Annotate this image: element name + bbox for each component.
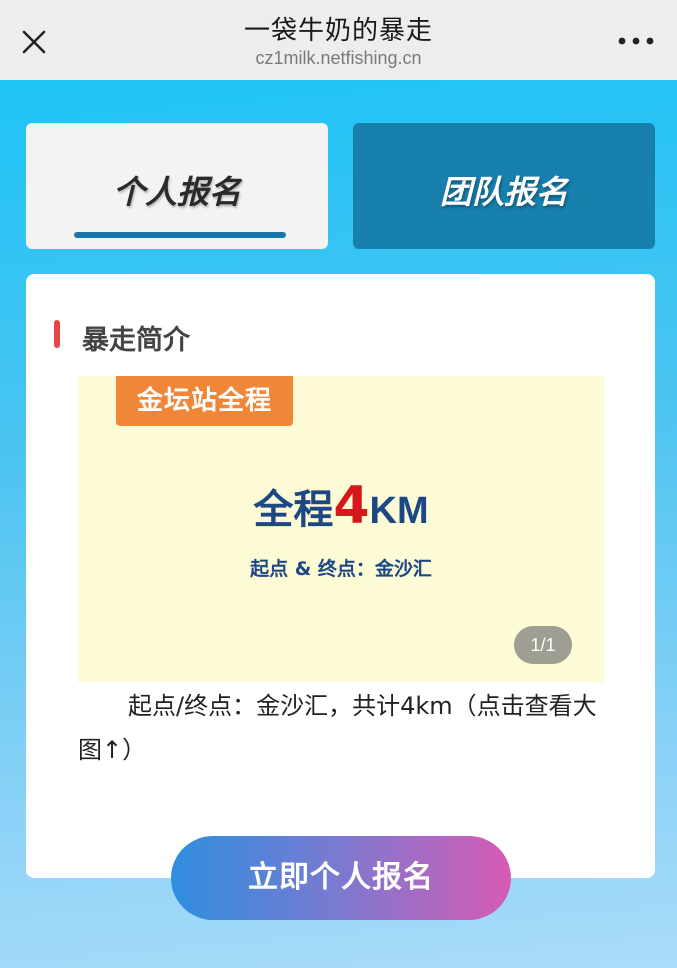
- intro-card: 暴走简介 金坛站全程 全程4KM 起点 & 终点：金沙汇 1/1 起点/终点：金…: [26, 274, 655, 878]
- route-distance: 全程4KM: [78, 476, 604, 536]
- route-distance-unit: KM: [369, 490, 429, 532]
- active-tab-indicator: [74, 232, 286, 238]
- route-distance-number: 4: [333, 476, 370, 536]
- tab-team[interactable]: 团队报名: [353, 123, 655, 249]
- section-marker: [54, 320, 60, 348]
- close-icon[interactable]: [14, 22, 54, 62]
- top-bar: 一袋牛奶的暴走 cz1milk.netfishing.cn: [0, 0, 677, 80]
- page-url: cz1milk.netfishing.cn: [255, 48, 422, 68]
- route-badge: 金坛站全程: [116, 376, 293, 426]
- section-title: 暴走简介: [82, 325, 190, 356]
- page-title: 一袋牛奶的暴走: [243, 16, 433, 46]
- route-image[interactable]: 金坛站全程 全程4KM 起点 & 终点：金沙汇 1/1: [78, 376, 604, 682]
- register-individual-button[interactable]: 立即个人报名: [171, 836, 511, 920]
- more-dots-icon[interactable]: [615, 26, 657, 56]
- route-description[interactable]: 起点/终点：金沙汇，共计4km（点击查看大图↑）: [78, 684, 598, 772]
- route-distance-prefix: 全程: [253, 487, 334, 533]
- tab-personal-label: 个人报名: [112, 173, 241, 211]
- main-content: 个人报名 团队报名 暴走简介 金坛站全程 全程4KM 起点 & 终点：金沙汇 1…: [0, 80, 677, 968]
- image-counter: 1/1: [514, 626, 572, 664]
- tab-personal[interactable]: 个人报名: [26, 123, 328, 249]
- route-start-end: 起点 & 终点：金沙汇: [250, 558, 432, 580]
- tab-team-label: 团队报名: [439, 173, 568, 211]
